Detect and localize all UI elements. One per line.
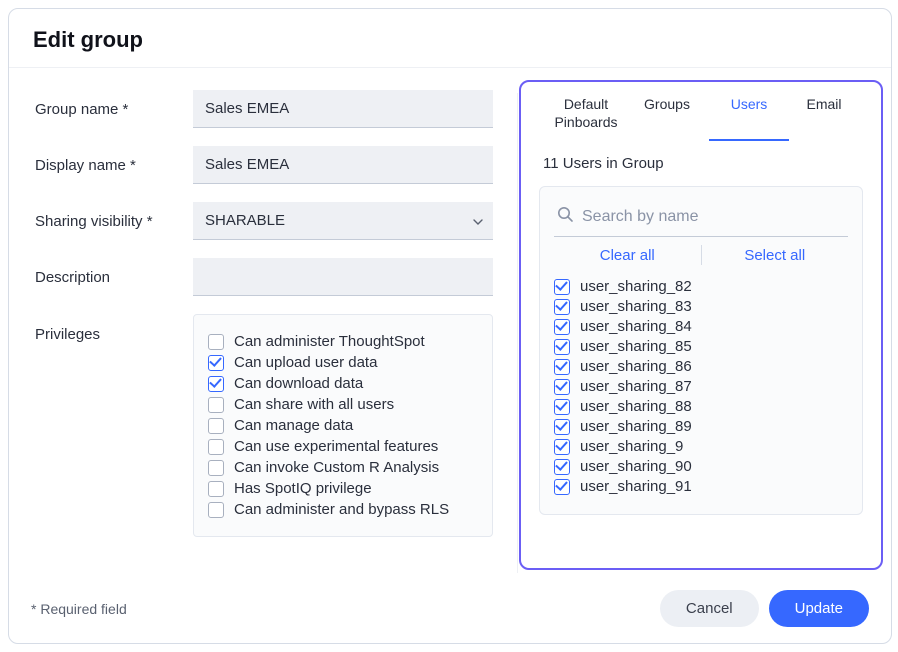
sharing-visibility-select[interactable] (193, 202, 493, 240)
user-row[interactable]: user_sharing_84 (554, 318, 848, 335)
user-checkbox[interactable] (554, 319, 570, 335)
privilege-row[interactable]: Can use experimental features (208, 438, 478, 455)
privilege-checkbox[interactable] (208, 418, 224, 434)
user-name: user_sharing_83 (580, 298, 692, 315)
display-name-input[interactable] (193, 146, 493, 184)
privilege-label: Can manage data (234, 417, 353, 434)
privilege-row[interactable]: Can administer and bypass RLS (208, 501, 478, 518)
display-name-label: Display name * (35, 157, 193, 174)
user-row[interactable]: user_sharing_87 (554, 378, 848, 395)
user-row[interactable]: user_sharing_83 (554, 298, 848, 315)
privilege-checkbox[interactable] (208, 355, 224, 371)
privileges-label: Privileges (35, 314, 193, 343)
description-input[interactable] (193, 258, 493, 296)
privilege-label: Can use experimental features (234, 438, 438, 455)
dialog-footer: * Required field Cancel Update (9, 578, 891, 643)
update-button[interactable]: Update (769, 590, 869, 627)
group-name-input[interactable] (193, 90, 493, 128)
privilege-label: Can upload user data (234, 354, 377, 371)
privileges-box: Can administer ThoughtSpot Can upload use… (193, 314, 493, 537)
search-input[interactable] (582, 208, 846, 226)
tab-default-pinboards[interactable]: Default Pinboards (543, 96, 629, 141)
select-all-link[interactable]: Select all (702, 247, 849, 264)
users-panel: Default PinboardsGroupsUsersEmail 11 Use… (519, 80, 883, 570)
vertical-divider (517, 93, 518, 573)
user-checkbox[interactable] (554, 279, 570, 295)
privilege-row[interactable]: Can upload user data (208, 354, 478, 371)
dialog-header: Edit group (9, 9, 891, 68)
privilege-row[interactable]: Can download data (208, 375, 478, 392)
users-list: user_sharing_82 user_sharing_83 user_shari… (554, 275, 848, 498)
privilege-checkbox[interactable] (208, 376, 224, 392)
user-checkbox[interactable] (554, 339, 570, 355)
privilege-checkbox[interactable] (208, 460, 224, 476)
privilege-row[interactable]: Can invoke Custom R Analysis (208, 459, 478, 476)
privilege-row[interactable]: Has SpotIQ privilege (208, 480, 478, 497)
privilege-checkbox[interactable] (208, 334, 224, 350)
user-name: user_sharing_84 (580, 318, 692, 335)
user-checkbox[interactable] (554, 459, 570, 475)
clear-all-link[interactable]: Clear all (554, 247, 701, 264)
privilege-row[interactable]: Can manage data (208, 417, 478, 434)
search-icon (556, 205, 574, 228)
privilege-checkbox[interactable] (208, 397, 224, 413)
user-row[interactable]: user_sharing_82 (554, 278, 848, 295)
privilege-row[interactable]: Can share with all users (208, 396, 478, 413)
user-row[interactable]: user_sharing_9 (554, 438, 848, 455)
user-checkbox[interactable] (554, 379, 570, 395)
privilege-checkbox[interactable] (208, 502, 224, 518)
user-row[interactable]: user_sharing_91 (554, 478, 848, 495)
privilege-checkbox[interactable] (208, 439, 224, 455)
user-name: user_sharing_9 (580, 438, 683, 455)
privilege-label: Can share with all users (234, 396, 394, 413)
group-name-label: Group name * (35, 101, 193, 118)
user-name: user_sharing_87 (580, 378, 692, 395)
panel-tabs: Default PinboardsGroupsUsersEmail (521, 82, 881, 141)
edit-group-dialog: Edit group Group name * Display name * S… (8, 8, 892, 644)
user-name: user_sharing_90 (580, 458, 692, 475)
tab-users[interactable]: Users (709, 96, 789, 141)
sharing-visibility-label: Sharing visibility * (35, 213, 193, 230)
dialog-title: Edit group (33, 27, 867, 53)
user-row[interactable]: user_sharing_89 (554, 418, 848, 435)
form-column: Group name * Display name * Sharing visi… (9, 68, 519, 598)
user-checkbox[interactable] (554, 359, 570, 375)
user-row[interactable]: user_sharing_90 (554, 458, 848, 475)
user-row[interactable]: user_sharing_88 (554, 398, 848, 415)
user-name: user_sharing_82 (580, 278, 692, 295)
user-name: user_sharing_85 (580, 338, 692, 355)
cancel-button[interactable]: Cancel (660, 590, 759, 627)
privilege-checkbox[interactable] (208, 481, 224, 497)
user-name: user_sharing_88 (580, 398, 692, 415)
description-label: Description (35, 269, 193, 286)
user-row[interactable]: user_sharing_86 (554, 358, 848, 375)
user-row[interactable]: user_sharing_85 (554, 338, 848, 355)
privilege-label: Can administer ThoughtSpot (234, 333, 425, 350)
user-checkbox[interactable] (554, 299, 570, 315)
privilege-label: Can download data (234, 375, 363, 392)
tab-email[interactable]: Email (789, 96, 859, 141)
required-field-note: * Required field (31, 601, 650, 617)
user-checkbox[interactable] (554, 419, 570, 435)
user-checkbox[interactable] (554, 399, 570, 415)
privilege-label: Can invoke Custom R Analysis (234, 459, 439, 476)
user-name: user_sharing_86 (580, 358, 692, 375)
users-inner-panel: Clear all Select all user_sharing_82user… (539, 186, 863, 515)
privilege-label: Has SpotIQ privilege (234, 480, 372, 497)
user-name: user_sharing_89 (580, 418, 692, 435)
tab-groups[interactable]: Groups (629, 96, 705, 141)
user-checkbox[interactable] (554, 479, 570, 495)
user-checkbox[interactable] (554, 439, 570, 455)
privilege-row[interactable]: Can administer ThoughtSpot (208, 333, 478, 350)
search-row (554, 201, 848, 237)
privilege-label: Can administer and bypass RLS (234, 501, 449, 518)
users-count-text: 11 Users in Group (521, 141, 881, 172)
user-name: user_sharing_91 (580, 478, 692, 495)
